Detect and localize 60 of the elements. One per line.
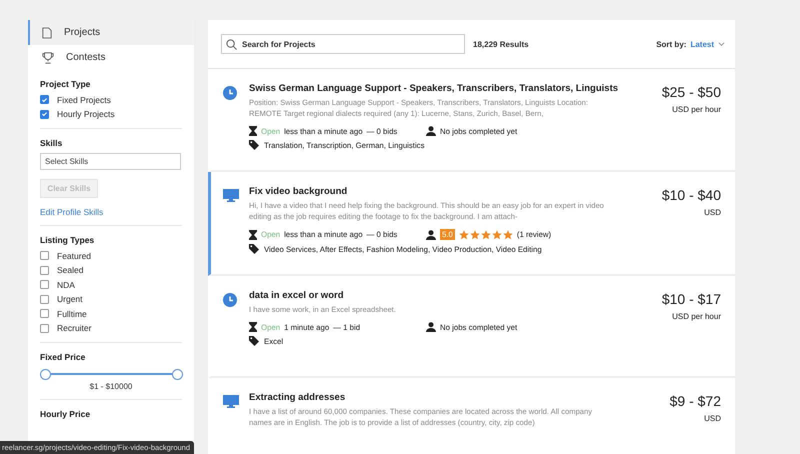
user-icon bbox=[426, 126, 436, 136]
price-range: $25 - $50 bbox=[662, 84, 721, 100]
project-title[interactable]: data in excel or word bbox=[249, 290, 652, 301]
sort-label: Sort by: bbox=[656, 40, 686, 48]
results-count: 18,229 Results bbox=[473, 40, 530, 48]
checkbox[interactable] bbox=[40, 110, 49, 119]
checkbox[interactable] bbox=[40, 251, 49, 260]
section-heading: Project Type bbox=[40, 79, 90, 89]
checkbox-label: Hourly Projects bbox=[57, 109, 115, 120]
checkbox-label: Sealed bbox=[57, 265, 84, 276]
price-unit: USD bbox=[703, 208, 721, 217]
checkbox-label: Recruiter bbox=[57, 323, 92, 334]
monitor-icon bbox=[223, 189, 239, 202]
clock-icon bbox=[223, 293, 237, 307]
nav-tab[interactable]: Projects bbox=[28, 20, 194, 45]
clock-icon bbox=[223, 86, 237, 100]
price-unit: USD bbox=[703, 414, 721, 423]
document-icon bbox=[42, 26, 52, 38]
tag-icon bbox=[249, 244, 259, 254]
checkbox-label: NDA bbox=[57, 280, 75, 290]
checkbox-label: Urgent bbox=[57, 294, 83, 304]
edit-skills-link[interactable]: Edit Profile Skills bbox=[40, 207, 104, 217]
project-title[interactable]: Swiss German Language Support - Speakers, Transcribers, Translators, Linguists bbox=[249, 83, 652, 94]
hourglass-icon bbox=[249, 126, 257, 136]
checkbox-label: Featured bbox=[57, 250, 92, 261]
checkbox-label: Fulltime bbox=[57, 308, 87, 319]
checkbox[interactable] bbox=[40, 324, 49, 333]
project-title[interactable]: Fix video background bbox=[249, 186, 652, 197]
section-heading: Skills bbox=[40, 138, 62, 148]
hourglass-icon bbox=[249, 230, 257, 240]
checkbox[interactable] bbox=[40, 280, 49, 290]
nav-tab[interactable]: Contests bbox=[28, 45, 194, 70]
hourglass-icon bbox=[249, 322, 257, 332]
section-heading: Fixed Price bbox=[40, 352, 86, 362]
price-range: $9 - $72 bbox=[670, 393, 721, 409]
checkbox[interactable] bbox=[40, 266, 49, 275]
section-heading: Listing Types bbox=[40, 235, 94, 245]
tag-icon bbox=[249, 140, 259, 150]
sort-dropdown[interactable]: Latest bbox=[690, 40, 714, 48]
checkbox-label: Fixed Projects bbox=[57, 94, 111, 105]
price-unit: USD per hour bbox=[671, 312, 721, 321]
trophy-icon bbox=[42, 52, 54, 64]
checkbox[interactable] bbox=[40, 294, 49, 304]
tag-icon bbox=[249, 336, 259, 346]
price-range: $1 - $10000 bbox=[90, 382, 132, 391]
monitor-icon bbox=[223, 395, 239, 408]
price-unit: USD per hour bbox=[671, 105, 721, 114]
checkbox[interactable] bbox=[40, 309, 49, 318]
user-icon bbox=[426, 322, 436, 332]
price-range: $10 - $40 bbox=[662, 187, 721, 203]
search-field[interactable]: Search for Projects bbox=[221, 34, 465, 54]
chevron-icon bbox=[718, 40, 725, 48]
slider-handle[interactable] bbox=[40, 368, 50, 380]
user-icon bbox=[426, 230, 436, 240]
slider-handle[interactable] bbox=[172, 368, 182, 380]
price-range: $10 - $17 bbox=[662, 291, 721, 307]
section-heading: Hourly Price bbox=[40, 409, 90, 419]
skills-input-field[interactable]: Select Skills bbox=[40, 153, 181, 170]
checkbox[interactable] bbox=[40, 95, 49, 104]
project-title[interactable]: Extracting addresses bbox=[249, 392, 660, 403]
